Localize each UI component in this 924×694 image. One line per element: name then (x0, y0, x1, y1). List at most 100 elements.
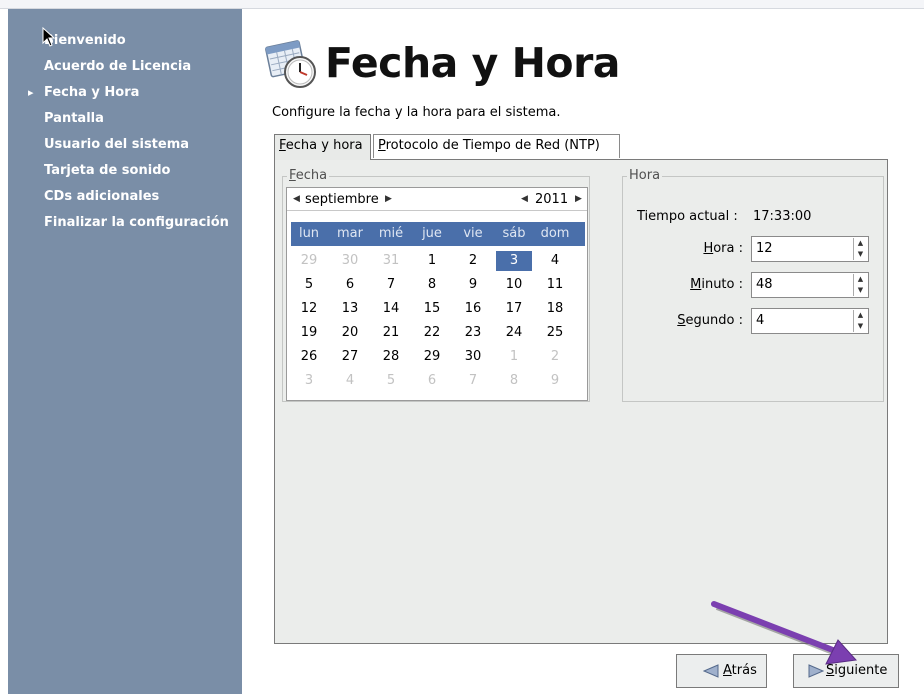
sidebar-item-label: Usuario del sistema (44, 137, 190, 152)
calendar-day[interactable]: 6 (332, 275, 368, 295)
calendar-day[interactable]: 15 (414, 299, 450, 319)
sidebar: Bienvenido Acuerdo de Licencia ▸ Fecha y … (8, 9, 242, 694)
minute-spinbox[interactable]: 48 ▲ ▼ (751, 272, 869, 298)
calendar-day[interactable]: 4 (332, 371, 368, 391)
sidebar-item-label: Pantalla (44, 111, 104, 126)
calendar-day[interactable]: 27 (332, 347, 368, 367)
calendar-day[interactable]: 24 (496, 323, 532, 343)
second-spin-buttons[interactable]: ▲ ▼ (853, 310, 867, 332)
tab-panel: Fecha ◀ septiembre ▶ ◀ 2011 ▶ lun mar mié j… (274, 159, 888, 644)
next-year-icon[interactable]: ▶ (575, 194, 582, 204)
page-title: Fecha y Hora (325, 39, 620, 87)
calendar-day[interactable]: 21 (373, 323, 409, 343)
minute-value: 48 (756, 277, 773, 292)
calendar[interactable]: ◀ septiembre ▶ ◀ 2011 ▶ lun mar mié jue vie s… (286, 187, 588, 401)
weekday-label: lun (298, 226, 320, 241)
calendar-day[interactable]: 13 (332, 299, 368, 319)
calendar-day[interactable]: 5 (291, 275, 327, 295)
tab-label-mnemonic: F (279, 138, 286, 153)
calendar-day[interactable]: 6 (414, 371, 450, 391)
sidebar-item-finalizar: Finalizar la configuración (8, 213, 242, 239)
forward-arrow-icon (808, 664, 824, 678)
group-label-mnemonic: F (289, 168, 296, 183)
calendar-day[interactable]: 12 (291, 299, 327, 319)
second-value: 4 (756, 313, 765, 328)
spin-up-icon[interactable]: ▲ (854, 238, 867, 249)
calendar-day[interactable]: 9 (455, 275, 491, 295)
hora-group: Hora Tiempo actual : 17:33:00 Hora : 12 … (622, 168, 884, 402)
tab-ntp[interactable]: Protocolo de Tiempo de Red (NTP) (373, 134, 620, 158)
calendar-day[interactable]: 29 (414, 347, 450, 367)
calendar-day[interactable]: 1 (496, 347, 532, 367)
calendar-day[interactable]: 2 (455, 251, 491, 271)
current-time-label: Tiempo actual : (637, 209, 738, 224)
spin-down-icon[interactable]: ▼ (854, 285, 867, 296)
calendar-day[interactable]: 17 (496, 299, 532, 319)
calendar-day[interactable]: 19 (291, 323, 327, 343)
calendar-day[interactable]: 31 (373, 251, 409, 271)
next-label: Siguiente (826, 655, 887, 687)
year-label: 2011 (535, 192, 569, 207)
calendar-day[interactable]: 1 (414, 251, 450, 271)
calendar-day[interactable]: 9 (537, 371, 573, 391)
weekday-label: mar (337, 226, 363, 241)
calendar-day[interactable]: 20 (332, 323, 368, 343)
page-description: Configure la fecha y la hora para el sis… (272, 105, 561, 120)
calendar-day[interactable]: 30 (332, 251, 368, 271)
spin-up-icon[interactable]: ▲ (854, 274, 867, 285)
second-spinbox[interactable]: 4 ▲ ▼ (751, 308, 869, 334)
calendar-day[interactable]: 25 (537, 323, 573, 343)
sidebar-item-label: Acuerdo de Licencia (44, 59, 192, 74)
weekday-label: mié (378, 226, 404, 241)
calendar-clock-icon (265, 40, 316, 88)
main-content: Fecha y Hora Configure la fecha y la hor… (242, 9, 924, 694)
mouse-pointer-icon (42, 27, 56, 47)
hour-spinbox[interactable]: 12 ▲ ▼ (751, 236, 869, 262)
next-button[interactable]: Siguiente (793, 654, 899, 688)
calendar-day[interactable]: 26 (291, 347, 327, 367)
calendar-day[interactable]: 18 (537, 299, 573, 319)
calendar-day[interactable]: 30 (455, 347, 491, 367)
prev-year-icon[interactable]: ◀ (521, 194, 528, 204)
calendar-day[interactable]: 22 (414, 323, 450, 343)
calendar-day[interactable]: 16 (455, 299, 491, 319)
prev-month-icon[interactable]: ◀ (293, 194, 300, 204)
label-text: inuto : (701, 277, 743, 292)
sidebar-item-label: Fecha y Hora (44, 85, 140, 100)
calendar-day[interactable]: 7 (373, 275, 409, 295)
back-button[interactable]: Atrás (676, 654, 767, 688)
calendar-day[interactable]: 7 (455, 371, 491, 391)
calendar-day[interactable]: 23 (455, 323, 491, 343)
calendar-day[interactable]: 2 (537, 347, 573, 367)
calendar-day[interactable]: 14 (373, 299, 409, 319)
month-label: septiembre (305, 192, 379, 207)
spin-down-icon[interactable]: ▼ (854, 321, 867, 332)
second-label: Segundo : (663, 313, 743, 328)
sidebar-item-cds: CDs adicionales (8, 187, 242, 213)
sidebar-item-licencia: Acuerdo de Licencia (8, 57, 242, 83)
calendar-day[interactable]: 3 (496, 251, 532, 271)
weekday-label: dom (540, 226, 570, 241)
tab-fecha-hora[interactable]: Fecha y hora (274, 134, 371, 160)
hora-group-label: Hora (627, 168, 663, 184)
label-text: ora : (713, 241, 743, 256)
fecha-group-label: Fecha (287, 168, 330, 184)
minute-spin-buttons[interactable]: ▲ ▼ (853, 274, 867, 296)
calendar-day[interactable]: 29 (291, 251, 327, 271)
spin-down-icon[interactable]: ▼ (854, 249, 867, 260)
label-text: egundo : (685, 313, 743, 328)
calendar-day[interactable]: 10 (496, 275, 532, 295)
next-month-icon[interactable]: ▶ (385, 194, 392, 204)
hour-spin-buttons[interactable]: ▲ ▼ (853, 238, 867, 260)
calendar-day[interactable]: 4 (537, 251, 573, 271)
calendar-day[interactable]: 8 (496, 371, 532, 391)
spin-up-icon[interactable]: ▲ (854, 310, 867, 321)
tab-label: rotocolo de Tiempo de Red (NTP) (385, 138, 600, 153)
calendar-day[interactable]: 5 (373, 371, 409, 391)
weekday-header: lun mar mié jue vie sáb dom (291, 222, 585, 246)
calendar-day[interactable]: 3 (291, 371, 327, 391)
sidebar-item-pantalla: Pantalla (8, 109, 242, 135)
calendar-day[interactable]: 11 (537, 275, 573, 295)
calendar-day[interactable]: 8 (414, 275, 450, 295)
calendar-day[interactable]: 28 (373, 347, 409, 367)
